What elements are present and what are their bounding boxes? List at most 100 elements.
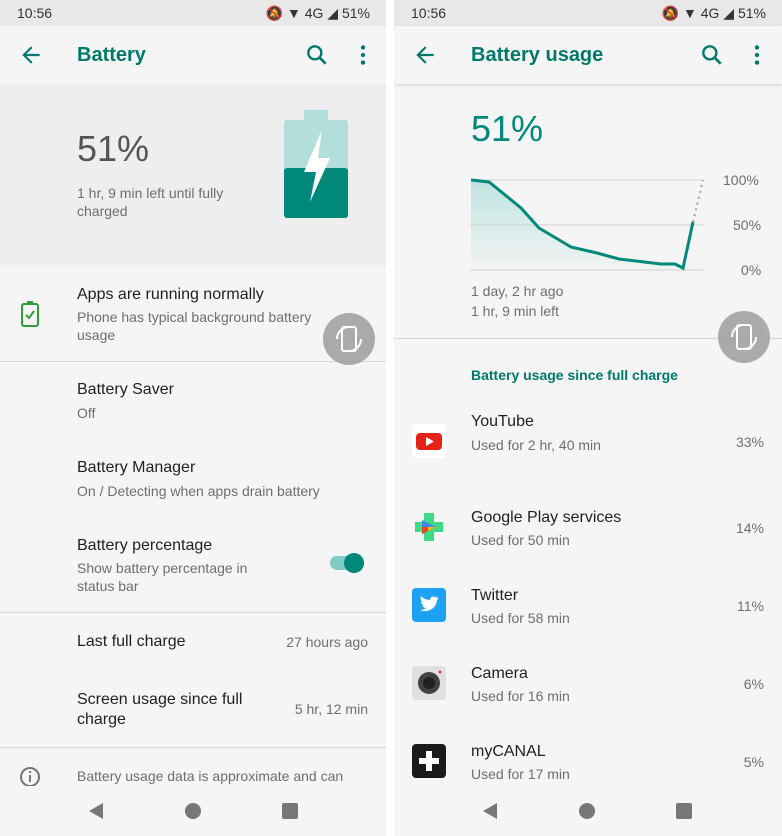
network-type: 4G <box>700 5 720 21</box>
screen-usage-row: Screen usage since full charge 5 hr, 12 … <box>0 680 386 740</box>
app-percent: 11% <box>737 598 764 614</box>
battery-percentage-row[interactable]: Battery percentage Show battery percenta… <box>0 526 386 606</box>
app-percent: 5% <box>743 754 764 770</box>
apps-status-subtitle: Phone has typical background battery usa… <box>77 309 312 343</box>
camera-icon <box>412 666 446 700</box>
last-full-charge-row: Last full charge 27 hours ago <box>0 620 386 670</box>
back-arrow-icon[interactable] <box>18 42 44 68</box>
wifi-icon: ▼ <box>682 5 697 21</box>
battery-manager-row[interactable]: Battery Manager On / Detecting when apps… <box>0 448 386 518</box>
rotate-suggestion-button[interactable] <box>323 313 375 365</box>
info-icon <box>20 767 40 787</box>
footer-note: Battery usage data is approximate and ca… <box>77 768 344 784</box>
dnd-icon: 🔕 <box>265 5 284 21</box>
signal-icon: ◢ <box>327 5 339 21</box>
app-usage: Used for 17 min <box>471 766 570 782</box>
app-percent: 33% <box>735 434 764 450</box>
back-arrow-icon[interactable] <box>412 42 438 68</box>
graph-since-label: 1 day, 2 hr ago <box>471 283 564 299</box>
app-percent: 14% <box>735 520 764 536</box>
status-time: 10:56 <box>411 5 447 21</box>
app-name: YouTube <box>471 413 534 430</box>
graph-time-left-label: 1 hr, 9 min left <box>471 303 559 319</box>
battery-saver-row[interactable]: Battery Saver Off <box>0 370 386 440</box>
battery-header: 51% 1 hr, 9 min left until fully charged <box>0 84 386 266</box>
toolbar: Battery <box>0 26 386 84</box>
search-icon[interactable] <box>304 42 330 68</box>
youtube-icon <box>412 424 446 458</box>
battery-manager-subtitle: On / Detecting when apps drain battery <box>77 483 320 499</box>
mycanal-icon <box>412 744 446 778</box>
battery-percentage-subtitle: Show battery percentage in status bar <box>77 560 248 594</box>
graph-label-100: 100% <box>723 172 759 188</box>
app-usage: Used for 2 hr, 40 min <box>471 437 601 453</box>
app-name: myCANAL <box>471 743 546 760</box>
divider <box>0 612 386 613</box>
battery-screen: 10:56 🔕 ▼ 4G ◢ 51% Battery 51% 1 hr, 9 m… <box>0 0 386 836</box>
footer-note-row: Battery usage data is approximate and ca… <box>0 756 386 787</box>
navigation-bar <box>394 786 782 836</box>
rotate-suggestion-button[interactable] <box>718 311 770 363</box>
nav-back-icon[interactable] <box>87 802 105 820</box>
nav-home-icon[interactable] <box>184 802 202 820</box>
app-row-youtube[interactable]: YouTube Used for 2 hr, 40 min 33% <box>394 404 782 484</box>
app-name: Camera <box>471 665 528 682</box>
graph-label-0: 0% <box>741 262 761 278</box>
nav-home-icon[interactable] <box>578 802 596 820</box>
status-time: 10:56 <box>17 5 53 21</box>
app-percent: 6% <box>743 676 764 692</box>
battery-percentage-title: Battery percentage <box>77 537 213 554</box>
screen-rotation-icon <box>731 324 757 350</box>
app-row-twitter[interactable]: Twitter Used for 58 min 11% <box>394 578 782 648</box>
graph-label-50: 50% <box>733 217 761 233</box>
app-row-mycanal[interactable]: myCANAL Used for 17 min 5% <box>394 734 782 786</box>
more-options-icon[interactable] <box>744 42 770 68</box>
app-name: Twitter <box>471 587 519 604</box>
status-bar: 10:56 🔕 ▼ 4G ◢ 51% <box>394 0 782 26</box>
last-full-charge-value: 27 hours ago <box>286 634 368 650</box>
play-services-icon <box>412 510 446 544</box>
dnd-icon: 🔕 <box>661 5 680 21</box>
app-row-camera[interactable]: Camera Used for 16 min 6% <box>394 656 782 726</box>
screen-usage-value: 5 hr, 12 min <box>294 701 368 717</box>
apps-status-title: Apps are running normally <box>77 286 264 303</box>
battery-saver-title: Battery Saver <box>77 381 174 398</box>
battery-percentage-toggle[interactable] <box>330 553 364 573</box>
more-options-icon[interactable] <box>350 42 376 68</box>
battery-manager-title: Battery Manager <box>77 459 196 476</box>
status-battery: 51% <box>341 5 370 21</box>
battery-check-icon <box>21 301 39 327</box>
signal-icon: ◢ <box>723 5 735 21</box>
status-icons: 🔕 ▼ 4G ◢ 51% <box>662 5 766 22</box>
battery-usage-screen: 10:56 🔕 ▼ 4G ◢ 51% Battery usage 51% 100… <box>394 0 782 836</box>
app-name: Google Play services <box>471 509 622 526</box>
navigation-bar <box>0 786 386 836</box>
toggle-thumb <box>344 553 364 573</box>
app-row-play-services[interactable]: Google Play services Used for 50 min 14% <box>394 500 782 570</box>
app-usage: Used for 50 min <box>471 532 570 548</box>
nav-back-icon[interactable] <box>481 802 499 820</box>
screen-usage-title: Screen usage since full charge <box>77 691 243 728</box>
battery-level: 51% <box>77 128 150 169</box>
time-left: 1 hr, 9 min left until fully charged <box>77 185 224 219</box>
page-title: Battery <box>77 44 146 66</box>
divider <box>0 747 386 748</box>
network-type: 4G <box>304 5 324 21</box>
battery-level: 51% <box>471 108 544 149</box>
page-title: Battery usage <box>471 44 604 66</box>
status-icons: 🔕 ▼ 4G ◢ 51% <box>266 5 370 22</box>
nav-recents-icon[interactable] <box>675 802 693 820</box>
last-full-charge-title: Last full charge <box>77 633 186 650</box>
status-bar: 10:56 🔕 ▼ 4G ◢ 51% <box>0 0 386 26</box>
screen-rotation-icon <box>336 326 362 352</box>
battery-charging-icon <box>284 110 348 218</box>
toolbar: Battery usage <box>394 26 782 84</box>
app-usage: Used for 16 min <box>471 688 570 704</box>
twitter-icon <box>412 588 446 622</box>
battery-saver-subtitle: Off <box>77 405 96 421</box>
section-title: Battery usage since full charge <box>471 367 678 383</box>
search-icon[interactable] <box>699 42 725 68</box>
nav-recents-icon[interactable] <box>281 802 299 820</box>
status-battery: 51% <box>737 5 766 21</box>
wifi-icon: ▼ <box>286 5 301 21</box>
